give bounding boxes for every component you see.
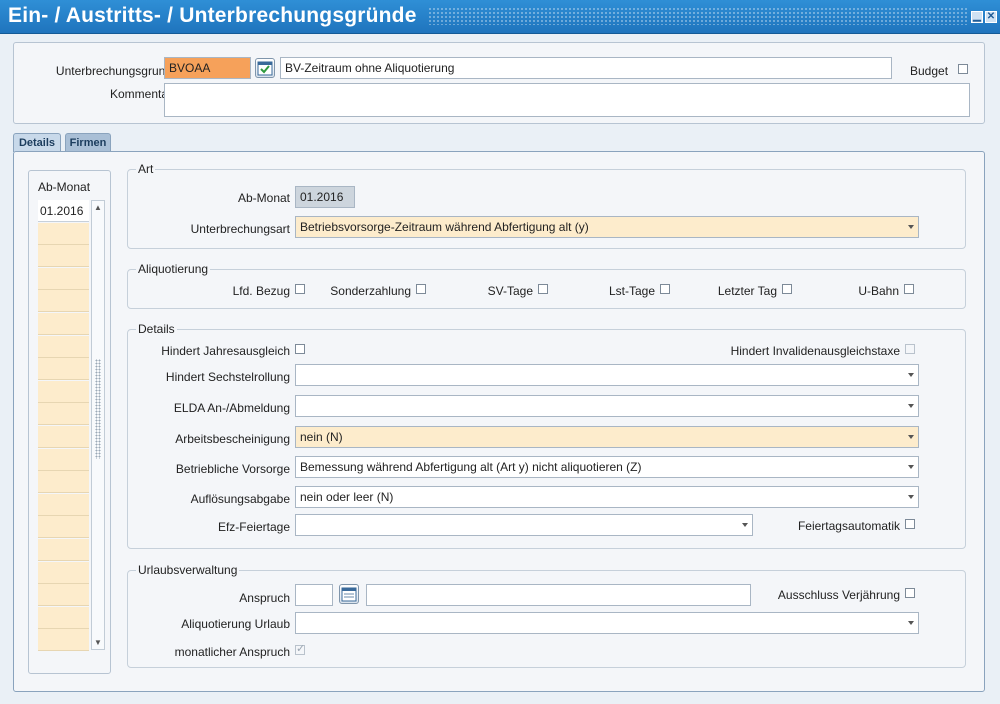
aufloesungsabgabe-label: Auflösungsabgabe <box>190 492 290 506</box>
lst-tage-label: Lst-Tage <box>608 284 655 298</box>
month-list-item[interactable] <box>38 471 89 494</box>
scroll-down-icon[interactable]: ▼ <box>94 638 102 647</box>
header-panel: Unterbrechungsgrund BVOAA BV-Zeitraum oh… <box>13 42 985 124</box>
description-field[interactable]: BV-Zeitraum ohne Aliquotierung <box>280 57 892 79</box>
scroll-grip[interactable] <box>95 359 101 459</box>
tab-details[interactable]: Details <box>13 133 61 152</box>
betriebliche-vorsorge-select[interactable]: Bemessung während Abfertigung alt (Art y… <box>295 456 919 478</box>
u-bahn-checkbox[interactable] <box>904 284 914 294</box>
month-list-item[interactable] <box>38 313 89 335</box>
art-group-title: Art <box>136 162 156 176</box>
hindert-invaliden-checkbox[interactable] <box>905 344 915 354</box>
title-bar: Ein- / Austritts- / Unterbrechungsgründe… <box>0 0 1000 34</box>
month-list-item[interactable] <box>38 493 89 516</box>
feiertagsautomatik-label: Feiertagsautomatik <box>797 519 900 533</box>
details-group-title: Details <box>136 322 177 336</box>
month-list-scrollbar[interactable]: ▲ ▼ <box>91 200 105 650</box>
unterbrechungsart-label: Unterbrechungsart <box>190 222 290 236</box>
anspruch-field[interactable] <box>295 584 333 606</box>
aliquotierung-group-title: Aliquotierung <box>136 262 211 276</box>
lfd-bezug-label: Lfd. Bezug <box>232 284 290 298</box>
month-list-header: Ab-Monat <box>38 180 91 194</box>
hindert-invaliden-label: Hindert Invalidenausgleichstaxe <box>730 344 900 358</box>
lfd-bezug-checkbox[interactable] <box>295 284 305 294</box>
month-list-item[interactable] <box>38 267 89 290</box>
month-list-item[interactable]: 01.2016 <box>38 200 89 222</box>
month-list-item[interactable] <box>38 584 89 607</box>
u-bahn-label: U-Bahn <box>858 284 899 298</box>
efz-feiertage-select[interactable] <box>295 514 753 536</box>
lst-tage-checkbox[interactable] <box>660 284 670 294</box>
ausschluss-verjaehrung-checkbox[interactable] <box>905 588 915 598</box>
calendar-check-icon[interactable] <box>255 58 275 78</box>
month-list-item[interactable] <box>38 358 89 381</box>
month-list-item[interactable] <box>38 403 89 426</box>
efz-feiertage-label: Efz-Feiertage <box>217 520 290 534</box>
anspruch-text-field[interactable] <box>366 584 751 606</box>
tab-firmen[interactable]: Firmen <box>65 133 111 152</box>
budget-label: Budget <box>910 64 949 78</box>
monatlicher-anspruch-checkbox[interactable] <box>295 642 305 655</box>
elda-label: ELDA An-/Abmeldung <box>173 401 290 415</box>
hindert-jahresausgleich-checkbox[interactable] <box>295 344 305 354</box>
art-ab-monat-label: Ab-Monat <box>237 191 290 205</box>
aliquotierung-urlaub-label: Aliquotierung Urlaub <box>181 617 290 631</box>
arbeitsbescheinigung-label: Arbeitsbescheinigung <box>175 432 290 446</box>
hindert-sechstel-select[interactable] <box>295 364 919 386</box>
month-list-item[interactable] <box>38 380 89 403</box>
month-list-item[interactable] <box>38 245 89 268</box>
month-list-item[interactable] <box>38 222 89 245</box>
elda-select[interactable] <box>295 395 919 417</box>
month-list-item[interactable] <box>38 606 89 629</box>
window-title: Ein- / Austritts- / Unterbrechungsgründe <box>8 4 417 27</box>
aufloesungsabgabe-select[interactable]: nein oder leer (N) <box>295 486 919 508</box>
sv-tage-checkbox[interactable] <box>538 284 548 294</box>
month-list-item[interactable] <box>38 448 89 471</box>
code-field[interactable]: BVOAA <box>164 57 251 79</box>
month-list-item[interactable] <box>38 629 89 652</box>
monatlicher-anspruch-label: monatlicher Anspruch <box>174 645 290 659</box>
feiertagsautomatik-checkbox[interactable] <box>905 519 915 529</box>
calendar-icon[interactable] <box>339 584 359 604</box>
letzter-tag-checkbox[interactable] <box>782 284 792 294</box>
budget-checkbox[interactable] <box>958 64 968 74</box>
aliquotierung-urlaub-select[interactable] <box>295 612 919 634</box>
hindert-jahresausgleich-label: Hindert Jahresausgleich <box>161 344 290 358</box>
unterbrechungsart-select[interactable]: Betriebsvorsorge-Zeitraum während Abfert… <box>295 216 919 238</box>
minimize-icon[interactable]: ▁ <box>971 11 983 23</box>
month-list-item[interactable] <box>38 335 89 358</box>
arbeitsbescheinigung-select[interactable]: nein (N) <box>295 426 919 448</box>
ausschluss-verjaehrung-label: Ausschluss Verjährung <box>777 588 900 602</box>
sonderzahlung-checkbox[interactable] <box>416 284 426 294</box>
sonderzahlung-label: Sonderzahlung <box>330 284 411 298</box>
month-list-item[interactable] <box>38 426 89 448</box>
month-list-item[interactable] <box>38 539 89 561</box>
title-bar-pattern <box>428 7 968 25</box>
kommentar-field[interactable] <box>164 83 970 117</box>
scroll-up-icon[interactable]: ▲ <box>94 203 102 212</box>
urlaub-group-title: Urlaubsverwaltung <box>136 563 240 577</box>
unterbrechungsgrund-label: Unterbrechungsgrund <box>55 64 172 78</box>
month-list-item[interactable] <box>38 290 89 313</box>
kommentar-label: Kommentar <box>109 87 172 101</box>
close-icon[interactable]: ✕ <box>985 11 997 23</box>
art-ab-monat-field[interactable]: 01.2016 <box>295 186 355 208</box>
month-list-item[interactable] <box>38 516 89 539</box>
sv-tage-label: SV-Tage <box>487 284 533 298</box>
betriebliche-vorsorge-label: Betriebliche Vorsorge <box>175 462 290 476</box>
anspruch-label: Anspruch <box>239 591 290 605</box>
letzter-tag-label: Letzter Tag <box>717 284 777 298</box>
month-list-item[interactable] <box>38 561 89 584</box>
hindert-sechstel-label: Hindert Sechstelrollung <box>165 370 290 384</box>
